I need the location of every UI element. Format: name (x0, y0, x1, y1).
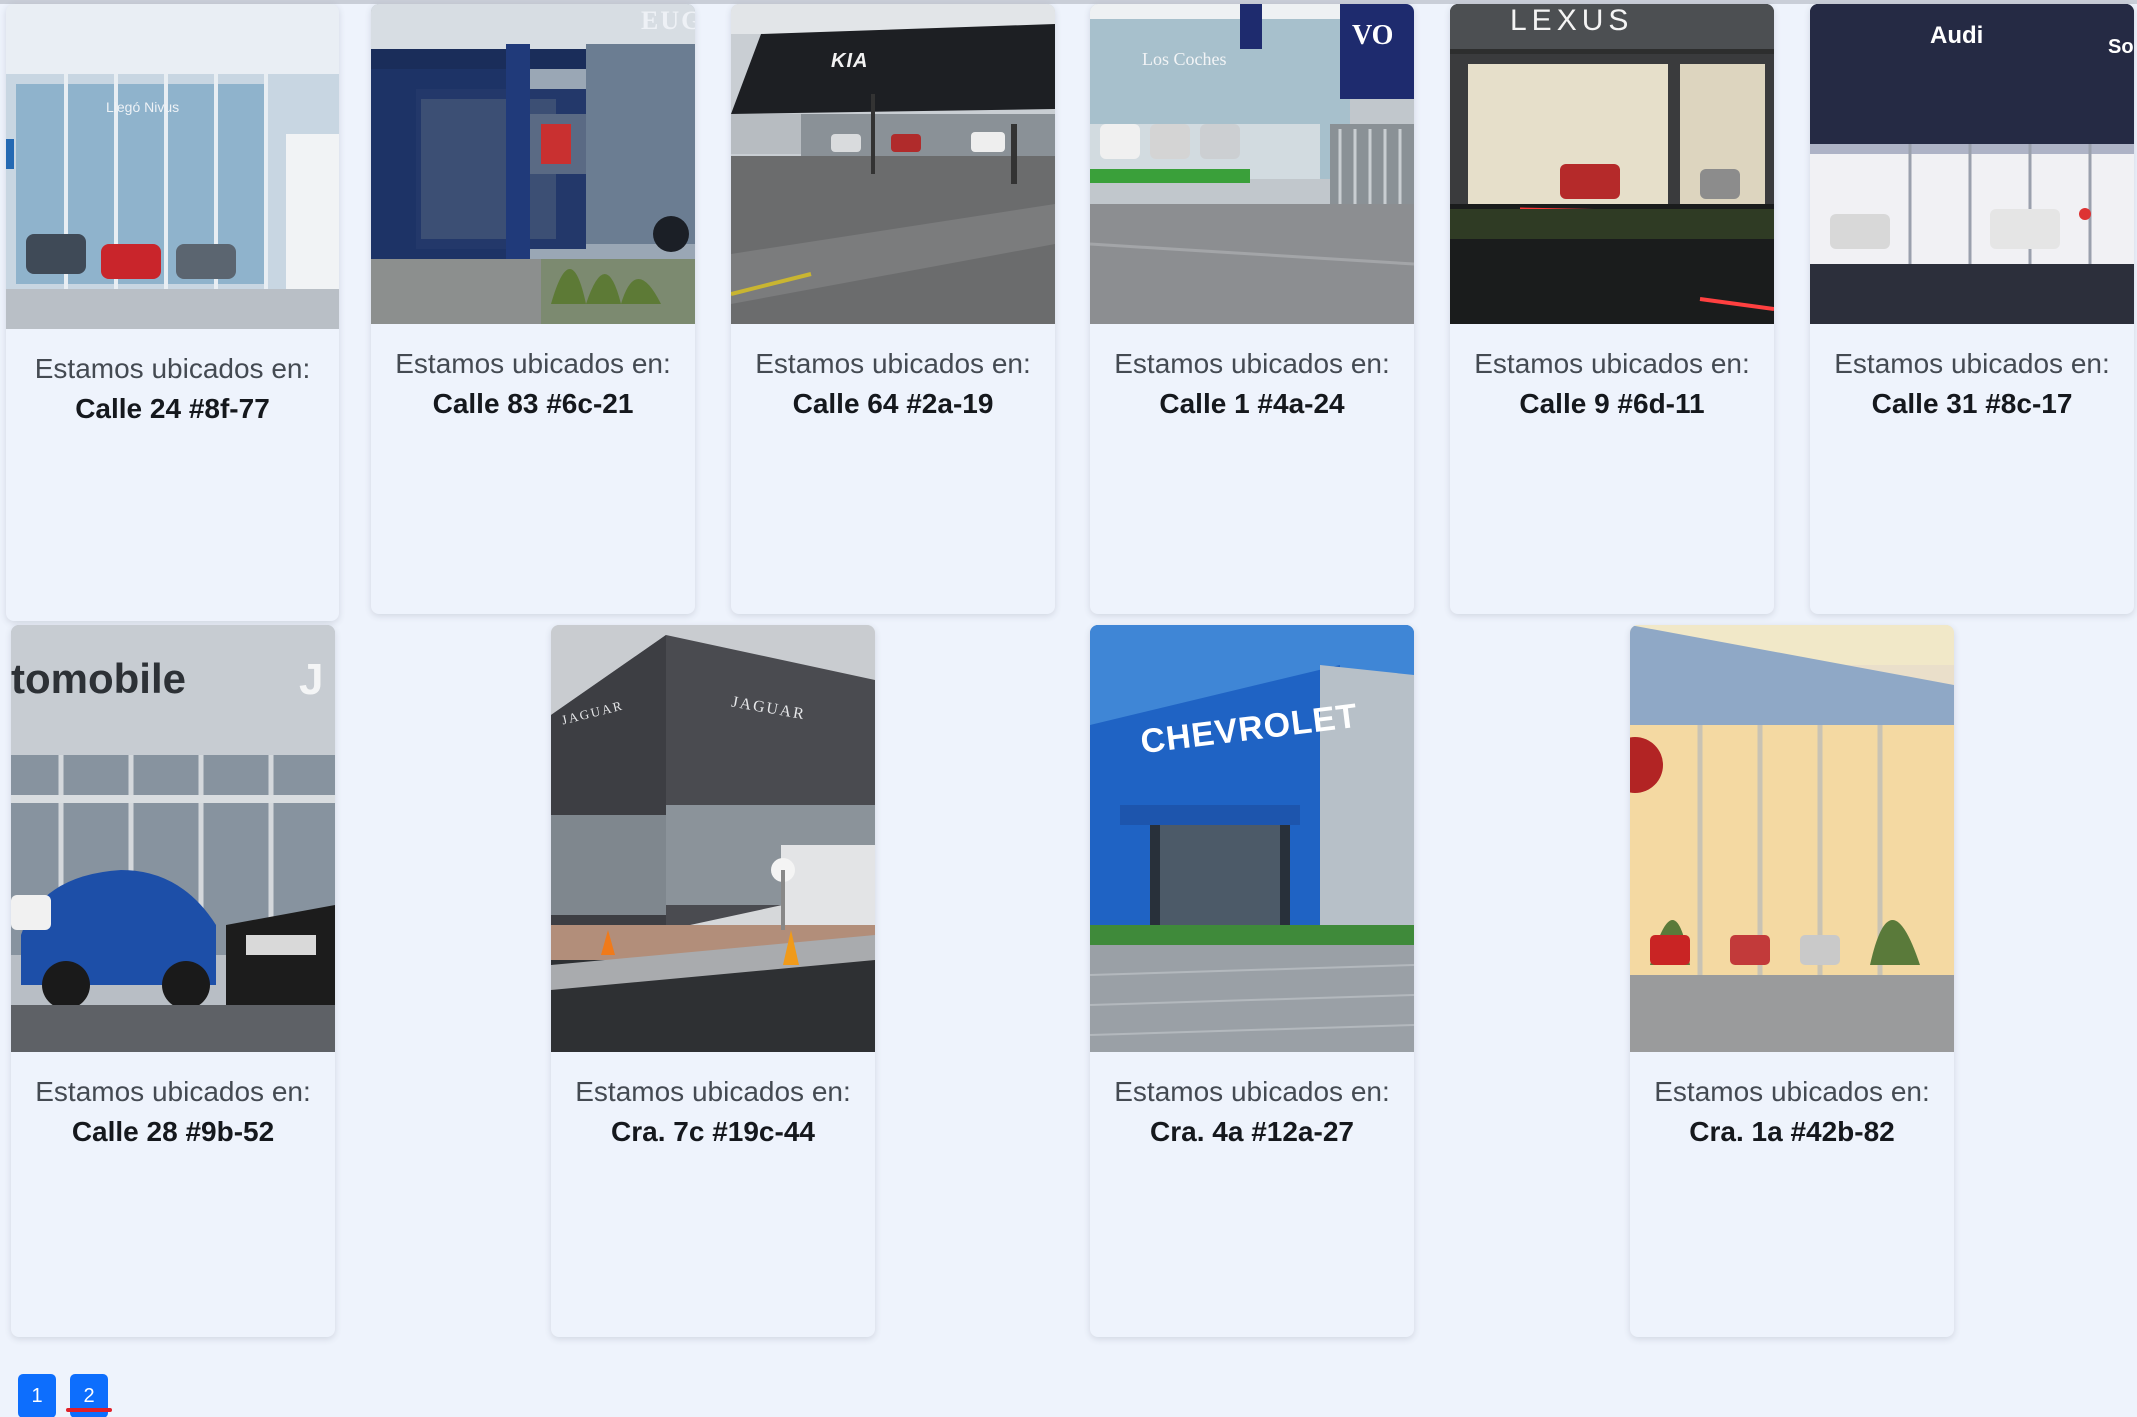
dealership-photo (1630, 625, 1954, 1052)
dealership-photo: CHEVROLET (1090, 625, 1414, 1052)
dealership-card[interactable]: Estamos ubicados en: Cra. 1a #42b-82 (1630, 625, 1954, 1337)
location-caption: Estamos ubicados en: (1114, 348, 1390, 379)
location-address: Cra. 1a #42b-82 (1689, 1116, 1895, 1147)
dealership-sign-logo: J (299, 655, 324, 704)
dealership-photo: tomobile J (11, 625, 335, 1052)
location-address: Calle 24 #8f-77 (75, 393, 270, 424)
dealership-sign-text: KIA (831, 50, 869, 72)
location-caption: Estamos ubicados en: (35, 1076, 311, 1107)
location-caption: Estamos ubicados en: (34, 353, 311, 384)
location-caption: Estamos ubicados en: (1114, 1076, 1390, 1107)
dealership-card[interactable]: KIA Estamos ubicados en: Calle 64 #2a-19 (731, 4, 1055, 614)
dealership-photo: EUGE (371, 4, 695, 324)
dealership-photo: Llegó Nivus (6, 4, 339, 329)
location-address: Calle 1 #4a-24 (1159, 388, 1345, 419)
dealership-sign-text: Llegó Nivus (106, 99, 180, 115)
dealership-card[interactable]: CHEVROLET Estamos ubicados en: Cra. 4a #… (1090, 625, 1414, 1337)
location-address: Calle 64 #2a-19 (792, 388, 994, 419)
dealership-photo: KIA (731, 4, 1055, 324)
page-1-button[interactable]: 1 (18, 1374, 56, 1417)
location-address: Calle 83 #6c-21 (432, 388, 634, 419)
location-address: Cra. 7c #19c-44 (611, 1116, 815, 1147)
dealership-photo: Los Coches VO (1090, 4, 1414, 324)
page-2-button[interactable]: 2 (66, 1374, 112, 1417)
location-caption: Estamos ubicados en: (1834, 348, 2110, 379)
location-address: Calle 28 #9b-52 (71, 1116, 275, 1147)
dealership-card[interactable]: tomobile J Estamos ubicados en: Calle 28… (11, 625, 335, 1337)
location-caption: Estamos ubicados en: (755, 348, 1031, 379)
location-address: Cra. 4a #12a-27 (1150, 1116, 1354, 1147)
location-caption: Estamos ubicados en: (1474, 348, 1750, 379)
pagination: 1 2 (18, 1374, 112, 1417)
dealership-sign-text: Los Coches (1142, 49, 1227, 69)
dealership-sign-text: LEXUS (1510, 4, 1634, 37)
dealership-card[interactable]: JAGUAR JAGUAR Estamos ubicados en: Cra. … (551, 625, 875, 1337)
location-address: Calle 9 #6d-11 (1519, 388, 1705, 419)
dealership-sign-text: Audi (1930, 22, 1984, 49)
dealership-photo: JAGUAR JAGUAR (551, 625, 875, 1052)
location-caption: Estamos ubicados en: (575, 1076, 851, 1107)
dealership-page: Llegó Nivus Estamos ubicados en: Calle 2… (0, 0, 2137, 1417)
dealership-card[interactable]: Audi So Estamos ubicados en: Calle 31 #8… (1810, 4, 2134, 614)
dealership-sign-text: tomobile (11, 655, 186, 702)
dealership-card[interactable]: Los Coches VO Estamos ubicados en: Calle… (1090, 4, 1414, 614)
dealership-card[interactable]: EUGE Estamos ubicados en: Calle 83 #6c-2… (371, 4, 695, 614)
location-address: Calle 31 #8c-17 (1871, 388, 2073, 419)
dealership-photo: Audi So (1810, 4, 2134, 324)
dealership-sign-logo: VO (1352, 20, 1394, 51)
dealership-sign-text: EUGE (641, 6, 695, 35)
dealership-card[interactable]: Llegó Nivus Estamos ubicados en: Calle 2… (6, 4, 339, 621)
dealership-photo: LEXUS (1450, 4, 1774, 324)
location-caption: Estamos ubicados en: (1654, 1076, 1930, 1107)
dealership-card[interactable]: LEXUS Estamos ubicados en: Calle 9 #6d-1… (1450, 4, 1774, 614)
dealership-sign-logo: So (2108, 36, 2134, 58)
location-caption: Estamos ubicados en: (395, 348, 671, 379)
